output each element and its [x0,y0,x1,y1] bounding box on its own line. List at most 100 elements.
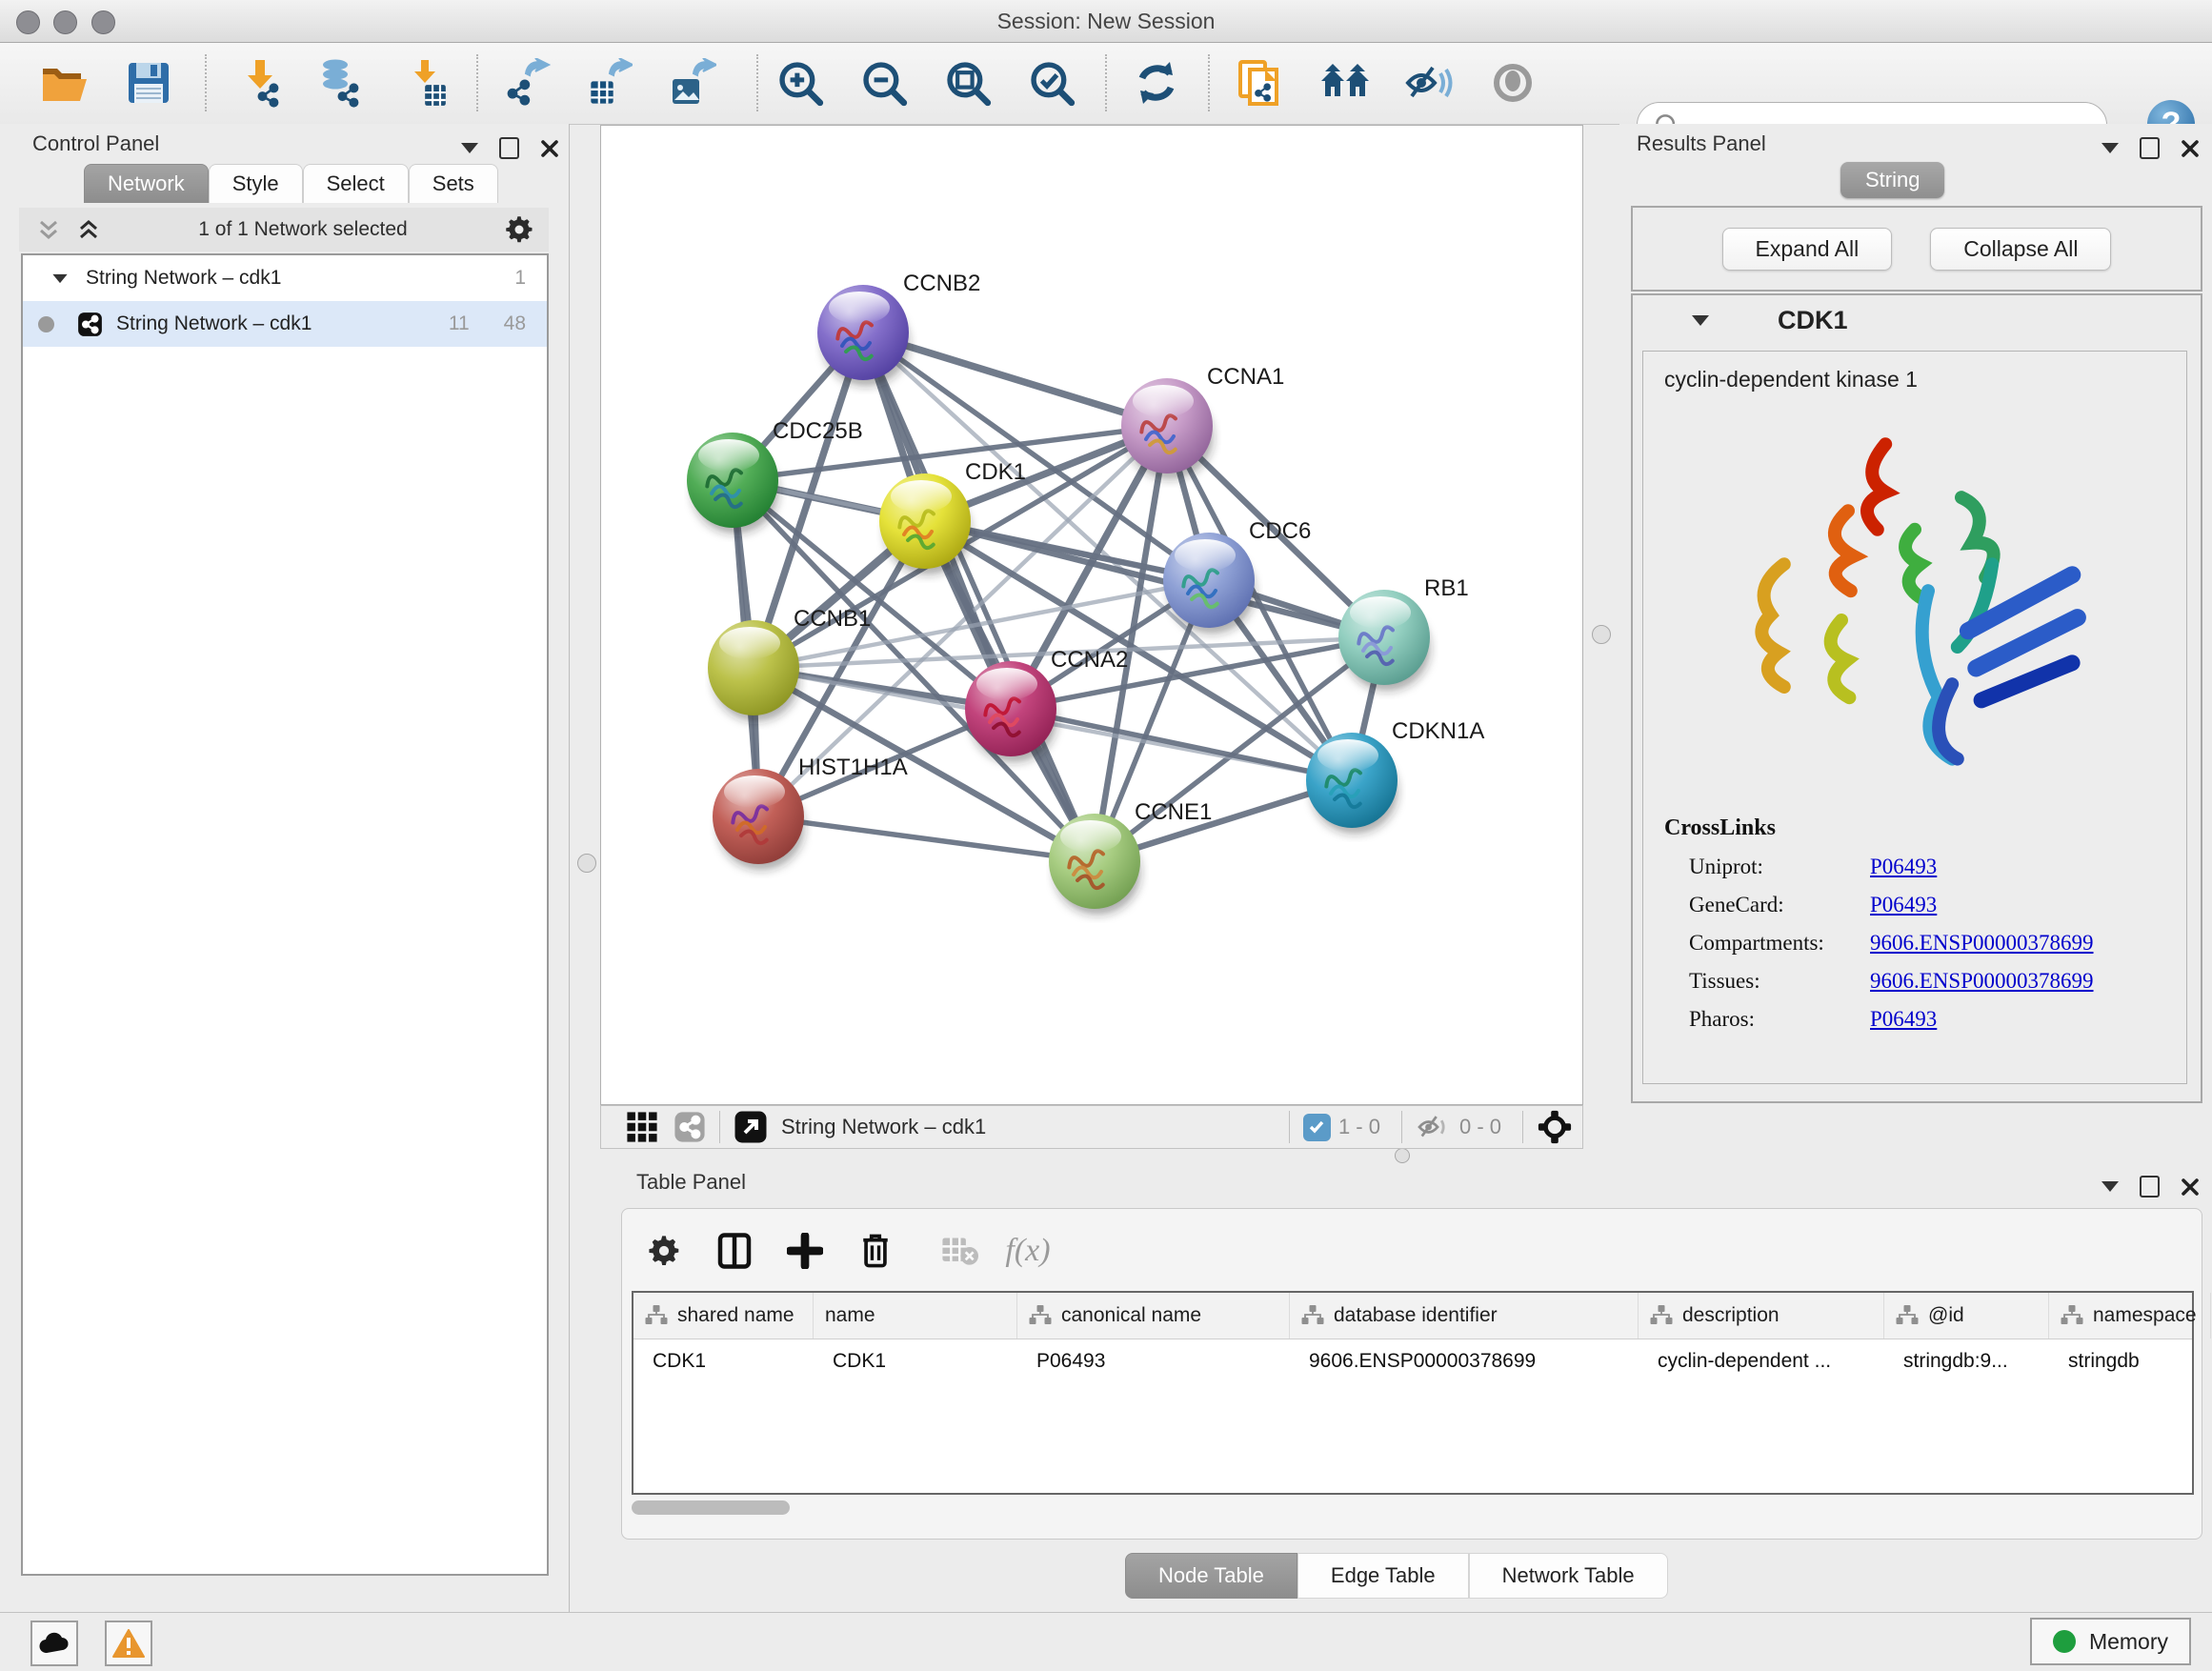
collapse-all-button[interactable]: Collapse All [1930,228,2111,271]
table-cell[interactable]: CDK1 [633,1339,814,1383]
node-HIST1H1A[interactable] [713,769,804,870]
table-cell[interactable]: CDK1 [814,1339,1017,1383]
warning-button[interactable] [105,1621,152,1666]
network-canvas[interactable]: CCNB2CCNA1CDC25BCDK1CDC6RB1CCNB1CCNA2CDK… [600,125,1583,1105]
float-panel-icon[interactable] [2140,137,2160,159]
tab-network[interactable]: Network [84,164,209,203]
delete-table-icon[interactable] [935,1226,984,1276]
column-header-canonical-name[interactable]: canonical name [1017,1293,1290,1339]
node-RB1[interactable] [1338,590,1430,691]
node-CCNA1[interactable] [1121,378,1213,479]
horizontal-scrollbar[interactable] [632,1500,790,1515]
import-network-database-icon[interactable] [312,56,366,110]
network-row[interactable]: String Network – cdk1 11 48 [23,301,547,347]
add-column-icon[interactable] [780,1226,830,1276]
expand-all-button[interactable]: Expand All [1722,228,1893,271]
show-all-icon[interactable] [1486,56,1539,110]
tab-sets[interactable]: Sets [409,164,498,203]
collapse-all-icon[interactable] [36,218,61,241]
node-CCNA2[interactable] [965,661,1056,762]
hidden-eye-icon[interactable] [1416,1113,1452,1141]
table-cell[interactable]: P06493 [1017,1339,1290,1383]
column-header-namespace[interactable]: namespace [2049,1293,2211,1339]
node-CDK1[interactable] [879,473,971,574]
delete-column-icon[interactable] [851,1226,900,1276]
export-image-icon[interactable] [665,56,718,110]
tab-edge-table[interactable]: Edge Table [1297,1553,1469,1599]
first-neighbors-icon[interactable] [1318,56,1372,110]
column-header-description[interactable]: description [1639,1293,1884,1339]
control-panel: Control Panel NetworkStyleSelectSets 1 o… [0,124,570,1612]
close-panel-icon[interactable] [2181,139,2200,158]
entry-description: cyclin-dependent kinase 1 [1664,367,2186,393]
float-panel-icon[interactable] [499,137,519,159]
expand-collapse-bar: Expand All Collapse All [1631,206,2202,292]
crosslink-link[interactable]: P06493 [1870,855,1937,879]
column-header-database-identifier[interactable]: database identifier [1290,1293,1639,1339]
table-cell[interactable]: stringdb [2049,1339,2211,1383]
node-CCNE1[interactable] [1049,814,1140,915]
birdseye-grid-icon[interactable] [626,1111,658,1143]
crosslink-link[interactable]: 9606.ENSP00000378699 [1870,969,2094,994]
collection-expander-icon[interactable] [52,273,67,282]
zoom-selected-icon[interactable] [1025,56,1078,110]
cloud-button[interactable] [30,1621,78,1666]
memory-button[interactable]: Memory [2030,1618,2191,1665]
table-cell[interactable]: cyclin-dependent ... [1639,1339,1884,1383]
zoom-in-icon[interactable] [774,56,827,110]
save-session-icon[interactable] [122,56,175,110]
float-panel-icon[interactable] [2140,1176,2160,1198]
close-panel-icon[interactable] [540,139,559,158]
column-header-label: name [825,1304,875,1327]
apply-preferred-layout-icon[interactable] [1130,56,1183,110]
function-builder-icon[interactable]: f(x) [1003,1226,1053,1276]
tab-string[interactable]: String [1840,162,1944,198]
zoom-out-icon[interactable] [857,56,911,110]
tab-select[interactable]: Select [303,164,409,203]
expand-all-icon[interactable] [76,218,101,241]
open-session-icon[interactable] [38,56,91,110]
column-header--id[interactable]: @id [1884,1293,2049,1339]
entry-header[interactable]: CDK1 [1633,295,2201,345]
panel-menu-icon[interactable] [461,143,478,153]
zoom-fit-icon[interactable] [941,56,995,110]
column-header-name[interactable]: name [814,1293,1017,1339]
table-cell[interactable]: 9606.ENSP00000378699 [1290,1339,1639,1383]
export-table-icon[interactable] [581,56,634,110]
node-CDC25B[interactable] [687,433,778,534]
clone-network-icon[interactable] [1235,56,1288,110]
node-CCNB1[interactable] [708,620,799,721]
export-network-icon[interactable] [499,56,553,110]
left-splitter-handle[interactable] [577,854,596,873]
selected-nodes-checkbox-icon[interactable] [1303,1114,1331,1141]
open-in-browser-icon[interactable] [734,1110,768,1144]
bottom-splitter-handle[interactable] [1395,1148,1410,1163]
import-network-file-icon[interactable] [232,56,286,110]
crosslink-link[interactable]: 9606.ENSP00000378699 [1870,931,2094,956]
table-row[interactable]: CDK1CDK1P064939606.ENSP00000378699cyclin… [633,1339,2192,1383]
tab-style[interactable]: Style [209,164,303,203]
network-collection-row[interactable]: String Network – cdk1 1 [23,255,547,301]
panel-menu-icon[interactable] [2101,1181,2119,1192]
string-badge-icon[interactable] [674,1111,706,1143]
crosslink-row: GeneCard:P06493 [1689,893,2186,917]
gear-icon[interactable] [505,215,533,244]
table-cell[interactable]: stringdb:9... [1884,1339,2049,1383]
hide-selected-icon[interactable] [1402,56,1456,110]
entry-expander-icon[interactable] [1692,315,1709,326]
close-panel-icon[interactable] [2181,1178,2200,1197]
fit-selected-crosshair-icon[interactable] [1537,1109,1573,1145]
import-table-icon[interactable] [398,56,452,110]
show-columns-icon[interactable] [710,1226,759,1276]
crosslink-link[interactable]: P06493 [1870,893,1937,917]
right-splitter-handle[interactable] [1592,625,1611,644]
tab-node-table[interactable]: Node Table [1125,1553,1297,1599]
tab-network-table[interactable]: Network Table [1469,1553,1668,1599]
crosslink-link[interactable]: P06493 [1870,1007,1937,1032]
column-header-shared-name[interactable]: shared name [633,1293,814,1339]
column-header-label: description [1682,1304,1780,1327]
table-gear-icon[interactable] [639,1226,689,1276]
node-CDKN1A[interactable] [1306,733,1398,834]
panel-menu-icon[interactable] [2101,143,2119,153]
edge-HIST1H1A-CCNE1 [758,816,1095,861]
